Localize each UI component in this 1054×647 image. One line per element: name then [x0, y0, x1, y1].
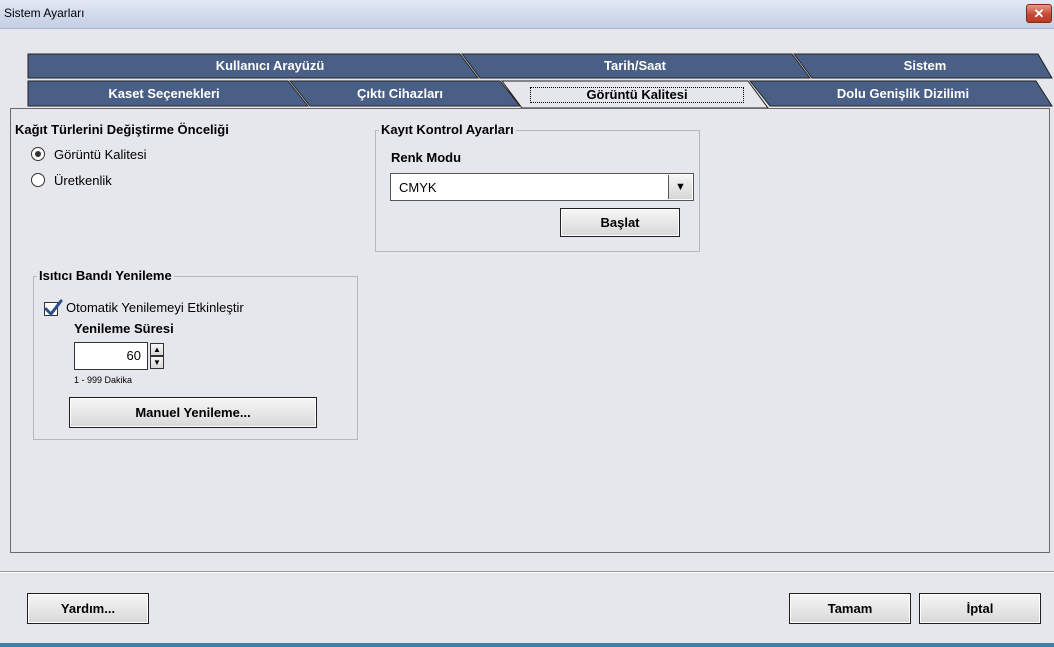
spin-up-icon[interactable]: ▲ — [150, 343, 164, 356]
fuser-belt-refresh-legend: Isıtıcı Bandı Yenileme — [37, 268, 174, 283]
tab-sistem[interactable]: Sistem — [812, 56, 1038, 76]
auto-refresh-label: Otomatik Yenilemeyi Etkinleştir — [66, 300, 244, 315]
radio-button-selected[interactable] — [31, 147, 45, 161]
window-bottom-border — [0, 643, 1054, 647]
color-mode-value: CMYK — [399, 180, 437, 195]
tab-cikti-cihazlari[interactable]: Çıktı Cihazları — [300, 84, 500, 104]
refresh-range-hint: 1 - 999 Dakika — [74, 375, 133, 385]
tab-dolu-genislik-dizilimi[interactable]: Dolu Genişlik Dizilimi — [770, 84, 1036, 104]
manual-refresh-button[interactable]: Manuel Yenileme... — [69, 397, 317, 428]
start-button[interactable]: Başlat — [560, 208, 680, 237]
checkmark-icon — [44, 299, 63, 316]
registration-control-legend: Kayıt Kontrol Ayarları — [379, 122, 516, 137]
radio-goruntu-kalitesi[interactable]: Görüntü Kalitesi — [31, 146, 231, 164]
ok-button[interactable]: Tamam — [789, 593, 911, 624]
refresh-time-input[interactable]: 60 — [74, 342, 148, 370]
radio-uretkenlik[interactable]: Üretkenlik — [31, 172, 231, 190]
tab-tarih-saat[interactable]: Tarih/Saat — [480, 56, 790, 76]
radio-label: Görüntü Kalitesi — [54, 147, 147, 162]
cancel-button[interactable]: İptal — [919, 593, 1041, 624]
help-button[interactable]: Yardım... — [27, 593, 149, 624]
radio-button[interactable] — [31, 173, 45, 187]
tab-goruntu-kalitesi[interactable]: Görüntü Kalitesi — [530, 87, 744, 103]
color-mode-dropdown[interactable]: CMYK ▼ — [390, 173, 694, 201]
color-mode-label: Renk Modu — [391, 150, 462, 165]
spin-down-icon[interactable]: ▼ — [150, 356, 164, 369]
paper-priority-heading: Kağıt Türlerini Değiştirme Önceliği — [15, 122, 229, 137]
tab-kaset-secenekleri[interactable]: Kaset Seçenekleri — [40, 84, 288, 104]
refresh-time-label: Yenileme Süresi — [74, 321, 174, 336]
chevron-down-icon[interactable]: ▼ — [668, 175, 692, 199]
footer-separator-highlight — [0, 572, 1054, 573]
tab-kullanici-arayuzu[interactable]: Kullanıcı Arayüzü — [120, 56, 420, 76]
radio-label: Üretkenlik — [54, 173, 112, 188]
auto-refresh-checkbox[interactable] — [44, 299, 63, 316]
